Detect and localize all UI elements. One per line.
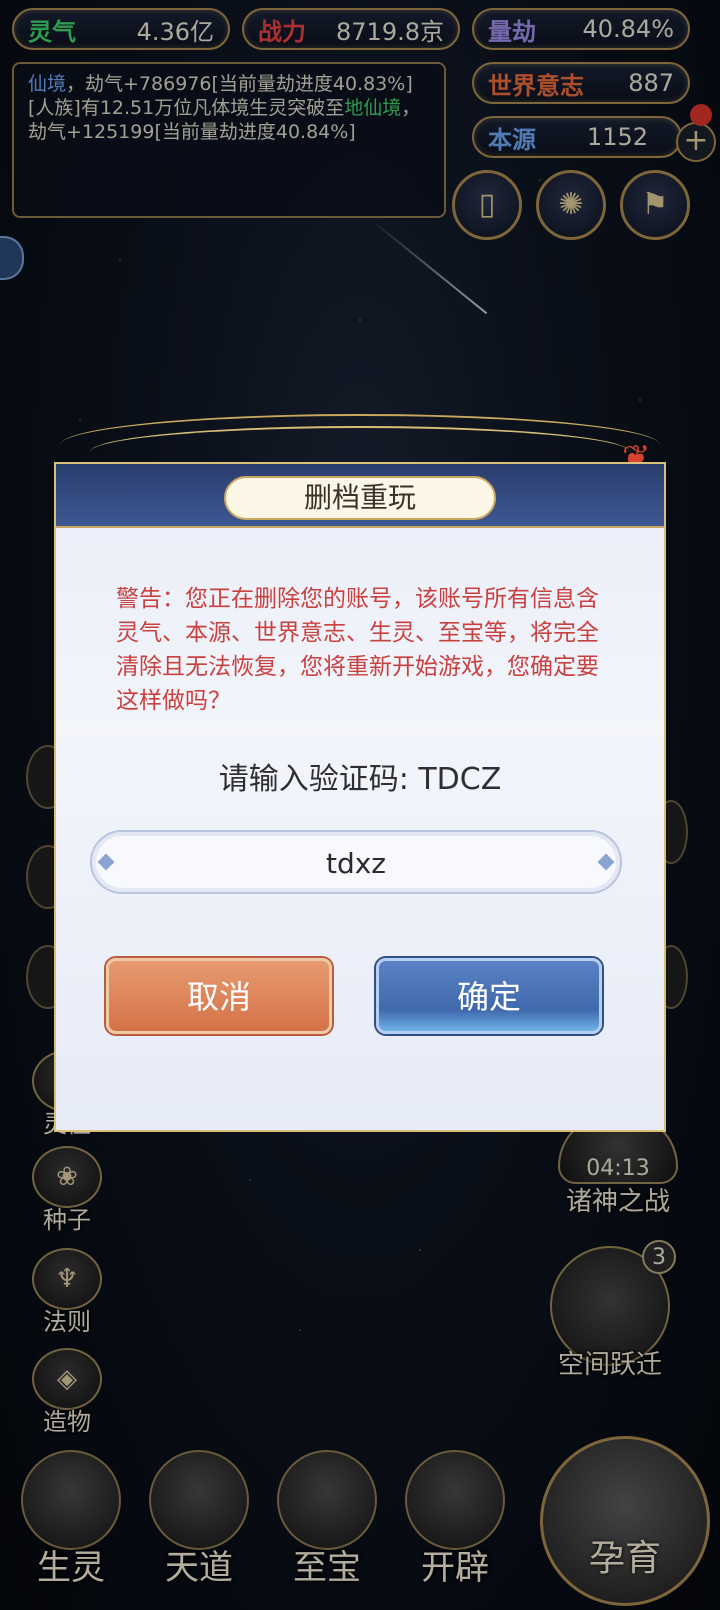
dialog-header: 删档重玩 — [56, 464, 664, 528]
cancel-button[interactable]: 取消 — [106, 958, 332, 1034]
confirm-button[interactable]: 确定 — [376, 958, 602, 1034]
delete-save-dialog: 删档重玩 警告：您正在删除您的账号，该账号所有信息含灵气、本源、世界意志、生灵、… — [54, 462, 666, 1132]
captcha-prompt: 请输入验证码: TDCZ — [218, 762, 502, 797]
diamond-icon — [597, 853, 615, 871]
dialog-title: 删档重玩 — [224, 476, 496, 520]
warning-text: 警告：您正在删除您的账号，该账号所有信息含灵气、本源、世界意志、生灵、至宝等，将… — [116, 586, 599, 714]
diamond-icon — [97, 853, 115, 871]
captcha-input-field[interactable] — [90, 830, 622, 894]
captcha-input[interactable] — [122, 840, 590, 886]
